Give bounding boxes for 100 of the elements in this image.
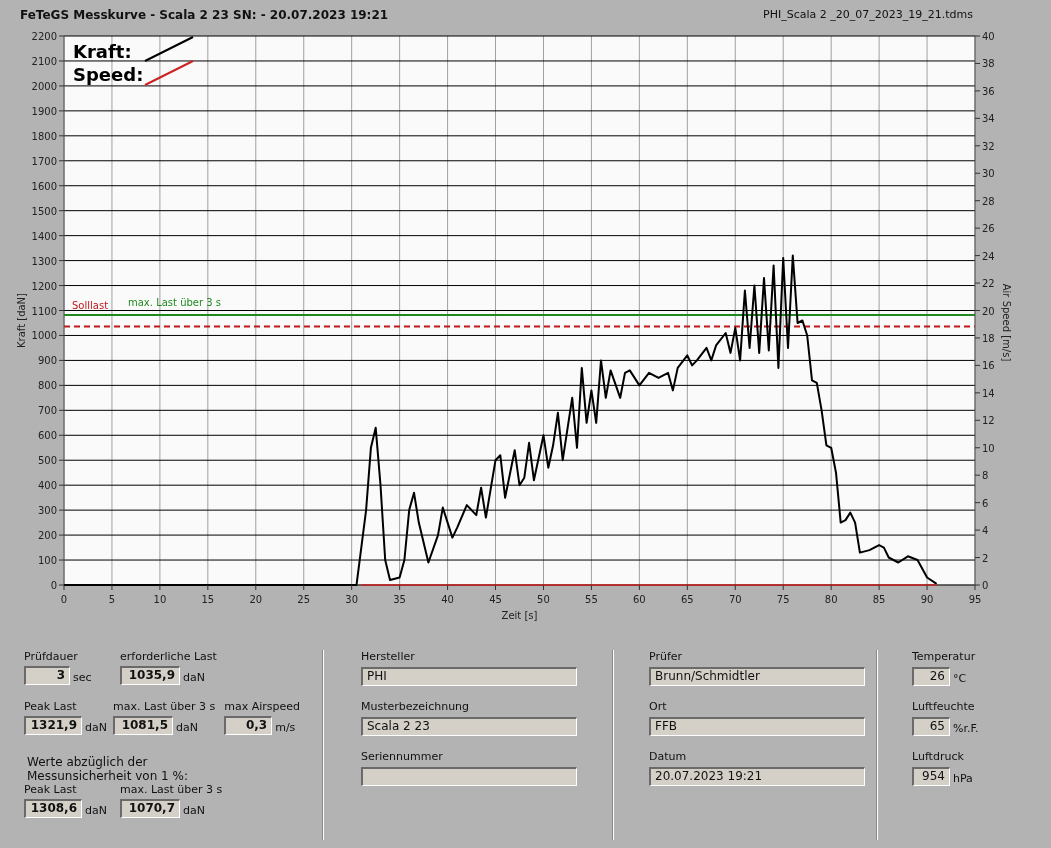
axis-tick-label: 2000 [31,80,57,92]
axis-tick-label: 95 [968,594,982,605]
axis-tick-label: 700 [37,405,57,417]
axis-tick-label: 2200 [31,31,57,42]
axis-tick-label: 5 [108,594,116,605]
field-label: Prüfer [649,650,684,664]
axis-tick-label: 1500 [31,205,57,217]
threshold-label: max. Last über 3 s [128,297,222,309]
unit-label: daN [85,721,107,735]
axis-tick-label: 1600 [31,180,57,192]
note-text: Werte abzüglich der Messunsicherheit von 1 %: [27,755,189,783]
unit-label: daN [176,721,198,735]
axis-tick-label: 15 [201,594,215,605]
unit-label: daN [183,804,205,818]
axis-tick-label: 35 [393,594,406,605]
readout-field: 20.07.2023 19:21 [649,767,865,786]
axis-tick-label: 40 [441,594,454,605]
axis-tick-label: 70 [728,594,742,605]
axis-tick-label: 85 [872,594,886,605]
readout-field: 0,3 [224,716,273,735]
axis-tick-label: 100 [37,555,57,567]
window-title: FeTeGS Messkurve - Scala 2 23 SN: - 20.07.2023 19:21 [20,7,389,24]
readout-field: 1321,9 [24,716,82,735]
axis-tick-label: 1300 [31,255,57,267]
axis-tick-label: 60 [633,594,646,605]
legend-label: Speed: [73,64,144,85]
axis-tick-label: 0 [982,580,989,591]
axis-tick-label: 80 [824,594,838,605]
readout-field: Brunn/Schmidtler [649,667,865,686]
field-label: erforderliche Last [120,650,218,664]
axis-tick-label: 50 [537,594,550,605]
axis-tick-label: 36 [982,85,995,97]
axis-tick-label: 1000 [31,330,57,342]
axis-tick-label: 500 [37,455,57,467]
axis-tick-label: 30 [345,594,359,605]
axis-tick-label: 400 [37,480,57,492]
axis-tick-label: 38 [982,58,995,70]
axis-tick-label: 600 [37,430,57,442]
field-label: Luftdruck [912,750,965,764]
readout-field: PHI [361,667,577,686]
axis-tick-label: 1100 [31,305,57,317]
readout-field: 65 [912,717,950,736]
axis-tick-label: 14 [982,387,995,399]
axis-title: Air Speed [m/s] [1001,283,1012,362]
axis-tick-label: 75 [776,594,790,605]
readout-field: 1081,5 [113,716,173,735]
axis-tick-label: 18 [982,332,995,344]
axis-tick-label: 28 [982,195,995,207]
axis-tick-label: 10 [982,442,995,454]
axis-tick-label: 34 [982,113,995,125]
field-label: Musterbezeichnung [361,700,471,714]
axis-tick-label: 25 [297,594,311,605]
field-label: Temperatur [912,650,977,664]
field-label: Datum [649,750,688,764]
unit-label: hPa [953,772,973,786]
axis-tick-label: 1400 [31,230,57,242]
axis-tick-label: 10 [153,594,167,605]
threshold-label: Solllast [72,300,109,312]
axis-tick-label: 1900 [31,105,57,117]
axis-tick-label: 8 [982,470,989,482]
unit-label: °C [953,672,967,686]
axis-tick-label: 45 [489,594,502,605]
readout-field: 1308,6 [24,799,82,818]
axis-tick-label: 2100 [31,55,57,67]
field-label: Ort [649,700,668,714]
readout-field: 1035,9 [120,666,180,685]
axis-tick-label: 90 [920,594,934,605]
axis-tick-label: 200 [37,530,57,542]
field-label: Hersteller [361,650,416,664]
axis-tick-label: 0 [50,580,57,591]
readout-field: 1070,7 [120,799,180,818]
axis-tick-label: 1800 [31,130,57,142]
axis-tick-label: 22 [982,278,995,290]
unit-label: %r.F. [953,722,979,736]
axis-tick-label: 40 [982,31,995,42]
axis-tick-label: 1200 [31,280,57,292]
axis-tick-label: 30 [982,168,995,180]
field-label: max Airspeed [224,700,300,714]
axis-title: Kraft [daN] [16,293,27,348]
readout-field: 26 [912,667,950,686]
axis-tick-label: 300 [37,505,57,517]
axis-tick-label: 20 [982,305,995,317]
axis-tick-label: 800 [37,380,57,392]
axis-tick-label: 24 [982,250,995,262]
readout-field: Scala 2 23 [361,717,577,736]
axis-tick-label: 2 [982,552,989,564]
axis-tick-label: 32 [982,140,995,152]
field-label: Prüfdauer [24,650,79,664]
axis-tick-label: 6 [982,497,989,509]
field-label: Seriennummer [361,750,444,764]
readout-field: FFB [649,717,865,736]
readout-field: 954 [912,767,950,786]
axis-tick-label: 0 [60,594,68,605]
unit-label: daN [85,804,107,818]
axis-tick-label: 20 [249,594,263,605]
axis-tick-label: 1700 [31,155,57,167]
field-label: Peak Last [24,783,78,797]
legend-label: Kraft: [73,41,132,62]
file-name: PHI_Scala 2 _20_07_2023_19_21.tdms [763,6,973,23]
unit-label: daN [183,671,205,685]
